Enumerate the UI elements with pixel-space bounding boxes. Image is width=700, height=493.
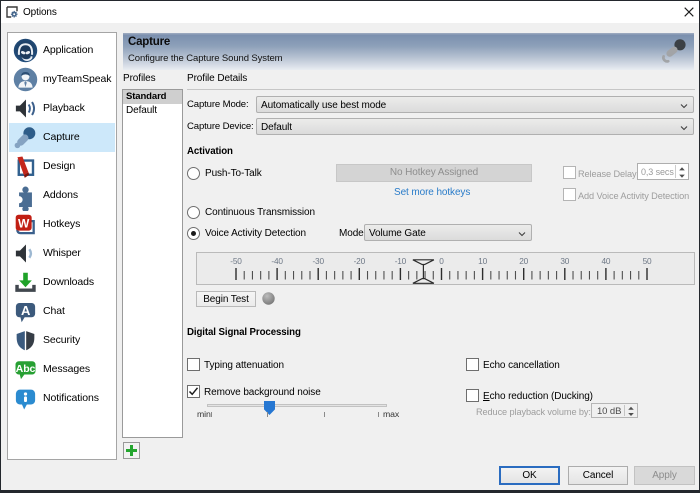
- svg-text:A: A: [21, 303, 31, 318]
- svg-text:-10: -10: [395, 256, 407, 266]
- svg-text:-40: -40: [271, 256, 283, 266]
- svg-text:-20: -20: [354, 256, 366, 266]
- svg-text:-30: -30: [312, 256, 324, 266]
- svg-text:-50: -50: [230, 256, 242, 266]
- svg-text:50: 50: [643, 256, 652, 266]
- svg-text:0: 0: [439, 256, 444, 266]
- svg-text:20: 20: [519, 256, 528, 266]
- svg-text:10: 10: [478, 256, 487, 266]
- svg-text:Abc: Abc: [16, 363, 36, 375]
- svg-text:40: 40: [601, 256, 610, 266]
- svg-text:30: 30: [560, 256, 569, 266]
- svg-text:W: W: [18, 216, 30, 230]
